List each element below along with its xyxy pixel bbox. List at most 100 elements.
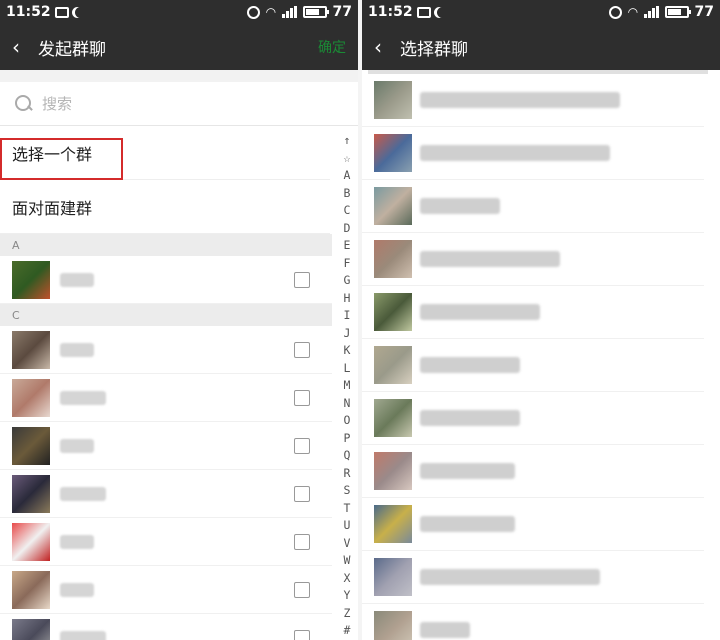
contact-row[interactable] bbox=[0, 470, 332, 518]
index-letter[interactable]: R bbox=[344, 465, 351, 483]
index-letter[interactable]: D bbox=[344, 220, 351, 238]
contact-row[interactable] bbox=[0, 614, 332, 640]
battery-icon bbox=[302, 6, 329, 18]
group-avatar bbox=[374, 558, 412, 596]
index-letter[interactable]: S bbox=[344, 482, 351, 500]
select-checkbox[interactable] bbox=[294, 271, 310, 288]
index-letter[interactable]: P bbox=[344, 430, 351, 448]
nav-bar: ‹ 选择群聊 bbox=[362, 24, 720, 70]
face-to-face-option[interactable]: 面对面建群 bbox=[0, 180, 330, 234]
index-letter[interactable]: Z bbox=[344, 605, 351, 623]
index-letter[interactable]: # bbox=[344, 622, 351, 640]
left-screen: 11:52 ◠ 77 ‹ 发起群聊 确定 选择一个群 面对面建群 A C bbox=[0, 0, 358, 640]
section-header: C bbox=[0, 304, 332, 326]
contact-row[interactable] bbox=[0, 256, 332, 304]
index-letter[interactable]: J bbox=[344, 325, 351, 343]
group-avatar bbox=[374, 452, 412, 490]
select-checkbox[interactable] bbox=[294, 389, 310, 406]
index-letter[interactable]: H bbox=[344, 290, 351, 308]
index-letter[interactable]: X bbox=[344, 570, 351, 588]
group-avatar bbox=[374, 399, 412, 437]
contact-row[interactable] bbox=[0, 422, 332, 470]
group-row[interactable] bbox=[362, 551, 704, 604]
index-letter[interactable]: I bbox=[344, 307, 351, 325]
section-header: A bbox=[0, 234, 332, 256]
group-row[interactable] bbox=[362, 127, 704, 180]
avatar bbox=[12, 618, 50, 640]
contact-name bbox=[60, 438, 94, 453]
group-avatar bbox=[374, 293, 412, 331]
group-avatar bbox=[374, 611, 412, 640]
highlight-box bbox=[0, 138, 123, 180]
index-letter[interactable]: ↑ bbox=[344, 132, 351, 150]
page-title: 选择群聊 bbox=[400, 39, 468, 60]
select-checkbox[interactable] bbox=[294, 341, 310, 358]
index-letter[interactable]: F bbox=[344, 255, 351, 273]
group-row[interactable] bbox=[362, 498, 704, 551]
index-letter[interactable]: B bbox=[344, 185, 351, 203]
alarm-icon bbox=[247, 5, 261, 19]
index-letter[interactable]: U bbox=[344, 517, 351, 535]
battery-percent: 77 bbox=[694, 4, 714, 20]
group-name bbox=[420, 251, 560, 267]
signal-icon bbox=[643, 6, 659, 18]
avatar bbox=[12, 570, 50, 609]
nav-bar: ‹ 发起群聊 确定 bbox=[0, 24, 358, 70]
group-row[interactable] bbox=[362, 286, 704, 339]
alphabet-index[interactable]: ↑ ☆ A B C D E F G H I J K L M N O P Q R S T U V W X Y Z # bbox=[336, 132, 358, 640]
contact-row[interactable] bbox=[0, 566, 332, 614]
contact-row[interactable] bbox=[0, 518, 332, 566]
index-letter[interactable]: V bbox=[344, 535, 351, 553]
select-checkbox[interactable] bbox=[294, 485, 310, 502]
wifi-icon: ◠ bbox=[628, 5, 638, 19]
group-name bbox=[420, 622, 470, 638]
index-letter[interactable]: K bbox=[344, 342, 351, 360]
index-letter[interactable]: M bbox=[344, 377, 351, 395]
group-list bbox=[362, 74, 720, 640]
select-checkbox[interactable] bbox=[294, 629, 310, 640]
back-icon[interactable]: ‹ bbox=[12, 35, 36, 59]
group-row[interactable] bbox=[362, 180, 704, 233]
group-name bbox=[420, 516, 515, 532]
back-icon[interactable]: ‹ bbox=[374, 35, 398, 59]
group-row[interactable] bbox=[362, 392, 704, 445]
group-row[interactable] bbox=[362, 74, 704, 127]
index-letter[interactable]: N bbox=[344, 395, 351, 413]
select-checkbox[interactable] bbox=[294, 533, 310, 550]
avatar bbox=[12, 474, 50, 513]
group-avatar bbox=[374, 134, 412, 172]
wifi-icon: ◠ bbox=[266, 5, 276, 19]
group-row[interactable] bbox=[362, 339, 704, 392]
group-name bbox=[420, 569, 600, 585]
contact-name bbox=[60, 582, 94, 597]
moon-icon bbox=[437, 7, 448, 18]
search-input[interactable] bbox=[42, 94, 242, 113]
index-letter[interactable]: Q bbox=[344, 447, 351, 465]
index-letter[interactable]: E bbox=[344, 237, 351, 255]
select-checkbox[interactable] bbox=[294, 437, 310, 454]
contact-row[interactable] bbox=[0, 374, 332, 422]
group-avatar bbox=[374, 240, 412, 278]
status-time: 11:52 bbox=[6, 4, 51, 20]
group-row[interactable] bbox=[362, 445, 704, 498]
index-letter[interactable]: G bbox=[344, 272, 351, 290]
index-letter[interactable]: C bbox=[344, 202, 351, 220]
index-letter[interactable]: Y bbox=[344, 587, 351, 605]
index-letter[interactable]: W bbox=[344, 552, 351, 570]
index-letter[interactable]: ☆ bbox=[344, 150, 351, 168]
group-avatar bbox=[374, 187, 412, 225]
group-name bbox=[420, 357, 520, 373]
contact-row[interactable] bbox=[0, 326, 332, 374]
group-name bbox=[420, 410, 520, 426]
group-row[interactable] bbox=[362, 604, 704, 640]
index-letter[interactable]: A bbox=[344, 167, 351, 185]
index-letter[interactable]: O bbox=[344, 412, 351, 430]
group-row[interactable] bbox=[362, 233, 704, 286]
search-bar[interactable] bbox=[0, 82, 358, 126]
confirm-button[interactable]: 确定 bbox=[318, 37, 346, 57]
select-checkbox[interactable] bbox=[294, 581, 310, 598]
contact-name bbox=[60, 390, 106, 405]
index-letter[interactable]: T bbox=[344, 500, 351, 518]
index-letter[interactable]: L bbox=[344, 360, 351, 378]
contact-name bbox=[60, 630, 106, 640]
